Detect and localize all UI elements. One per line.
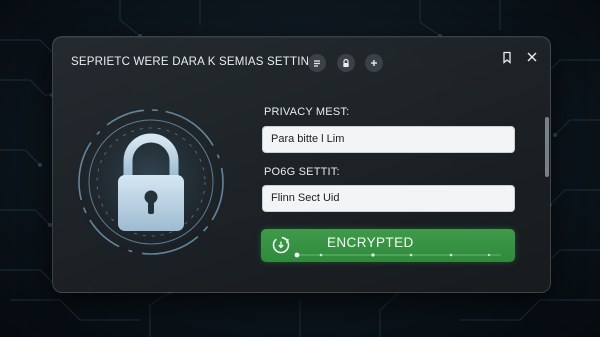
plus-icon[interactable] (365, 54, 383, 72)
security-graphic (71, 97, 231, 267)
bookmark-icon[interactable] (499, 49, 515, 65)
close-icon[interactable] (524, 49, 540, 65)
scrollbar[interactable] (545, 117, 549, 177)
second-setting-label: PO6G SETTIT: (264, 166, 340, 178)
second-setting-input[interactable]: Flinn Sect Uid (262, 185, 515, 212)
window-title: SEPRIETC WERE DARA K SEMIAS SETTING (71, 56, 319, 68)
encryption-status-bar[interactable]: ENCRYPTED (261, 229, 515, 262)
privacy-label: PRIVACY MEST: (264, 106, 350, 118)
lock-icon[interactable] (337, 54, 355, 72)
status-text: ENCRYPTED (327, 235, 414, 250)
progress-dots (294, 252, 501, 258)
settings-window: SEPRIETC WERE DARA K SEMIAS SETTING PRIV… (52, 36, 551, 293)
list-icon[interactable] (308, 54, 326, 72)
privacy-input[interactable]: Para bitte l Lim (262, 126, 515, 153)
